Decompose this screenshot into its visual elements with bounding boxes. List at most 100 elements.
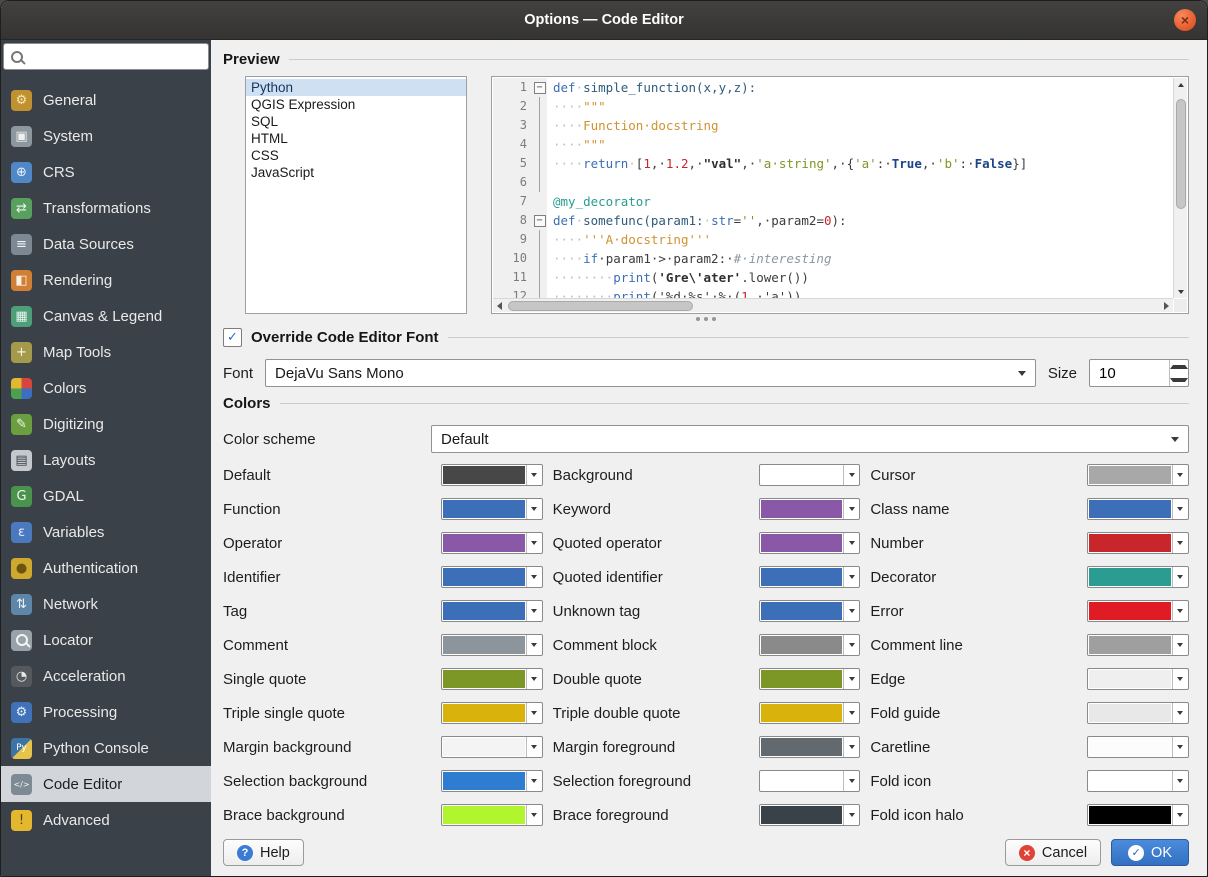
spin-up-button[interactable]	[1170, 360, 1188, 373]
language-item-css[interactable]: CSS	[246, 147, 466, 164]
chevron-down-icon[interactable]	[1172, 771, 1188, 791]
language-item-html[interactable]: HTML	[246, 130, 466, 147]
color-swatch-background[interactable]	[761, 466, 843, 484]
settings-search[interactable]	[3, 43, 209, 70]
chevron-down-icon[interactable]	[843, 771, 859, 791]
chevron-down-icon[interactable]	[526, 533, 542, 553]
chevron-down-icon[interactable]	[526, 771, 542, 791]
chevron-down-icon[interactable]	[526, 669, 542, 689]
sidebar-item-layouts[interactable]: ▤Layouts	[1, 442, 211, 478]
sidebar-item-digitizing[interactable]: ✎Digitizing	[1, 406, 211, 442]
color-swatch-keyword[interactable]	[761, 500, 843, 518]
color-picker-fold-icon-halo[interactable]	[1087, 804, 1189, 826]
chevron-down-icon[interactable]	[843, 737, 859, 757]
cancel-button[interactable]: × Cancel	[1005, 839, 1101, 866]
scroll-up-arrow[interactable]	[1174, 78, 1187, 91]
sidebar-item-python-console[interactable]: PyPython Console	[1, 730, 211, 766]
fold-marker-icon[interactable]: −	[532, 211, 547, 230]
color-picker-edge[interactable]	[1087, 668, 1189, 690]
scroll-down-arrow[interactable]	[1174, 285, 1187, 298]
vertical-scroll-track[interactable]	[1174, 91, 1187, 285]
color-swatch-comment-line[interactable]	[1089, 636, 1171, 654]
chevron-down-icon[interactable]	[1172, 499, 1188, 519]
search-input[interactable]	[30, 48, 201, 65]
sidebar-item-authentication[interactable]: ●Authentication	[1, 550, 211, 586]
chevron-down-icon[interactable]	[843, 465, 859, 485]
sidebar-item-variables[interactable]: εVariables	[1, 514, 211, 550]
color-picker-margin-background[interactable]	[441, 736, 543, 758]
color-swatch-function[interactable]	[443, 500, 525, 518]
language-item-qgis-expression[interactable]: QGIS Expression	[246, 96, 466, 113]
color-picker-selection-background[interactable]	[441, 770, 543, 792]
color-swatch-selection-background[interactable]	[443, 772, 525, 790]
language-item-python[interactable]: Python	[246, 79, 466, 96]
color-swatch-class-name[interactable]	[1089, 500, 1171, 518]
chevron-down-icon[interactable]	[526, 567, 542, 587]
color-picker-tag[interactable]	[441, 600, 543, 622]
color-picker-comment-block[interactable]	[759, 634, 861, 656]
color-picker-keyword[interactable]	[759, 498, 861, 520]
override-font-checkbox[interactable]: ✓	[223, 328, 242, 347]
chevron-down-icon[interactable]	[1172, 805, 1188, 825]
color-swatch-unknown-tag[interactable]	[761, 602, 843, 620]
language-item-sql[interactable]: SQL	[246, 113, 466, 130]
color-swatch-brace-foreground[interactable]	[761, 806, 843, 824]
color-picker-selection-foreground[interactable]	[759, 770, 861, 792]
chevron-down-icon[interactable]	[526, 737, 542, 757]
chevron-down-icon[interactable]	[843, 567, 859, 587]
chevron-down-icon[interactable]	[843, 499, 859, 519]
color-picker-margin-foreground[interactable]	[759, 736, 861, 758]
color-picker-caretline[interactable]	[1087, 736, 1189, 758]
chevron-down-icon[interactable]	[843, 669, 859, 689]
chevron-down-icon[interactable]	[526, 465, 542, 485]
ok-button[interactable]: ✓ OK	[1111, 839, 1189, 866]
color-swatch-comment-block[interactable]	[761, 636, 843, 654]
chevron-down-icon[interactable]	[843, 533, 859, 553]
color-swatch-operator[interactable]	[443, 534, 525, 552]
chevron-down-icon[interactable]	[1172, 703, 1188, 723]
color-swatch-single-quote[interactable]	[443, 670, 525, 688]
font-family-select[interactable]: DejaVu Sans Mono	[265, 359, 1036, 387]
vertical-scrollbar[interactable]	[1173, 78, 1187, 298]
color-swatch-tag[interactable]	[443, 602, 525, 620]
color-picker-quoted-operator[interactable]	[759, 532, 861, 554]
horizontal-scroll-thumb[interactable]	[508, 301, 693, 311]
color-picker-triple-double-quote[interactable]	[759, 702, 861, 724]
chevron-down-icon[interactable]	[526, 703, 542, 723]
color-picker-function[interactable]	[441, 498, 543, 520]
chevron-down-icon[interactable]	[1172, 533, 1188, 553]
color-swatch-error[interactable]	[1089, 602, 1171, 620]
spin-down-button[interactable]	[1170, 373, 1188, 386]
chevron-down-icon[interactable]	[1172, 567, 1188, 587]
sidebar-item-locator[interactable]: Locator	[1, 622, 211, 658]
color-swatch-margin-background[interactable]	[443, 738, 525, 756]
color-picker-number[interactable]	[1087, 532, 1189, 554]
sidebar-item-advanced[interactable]: !Advanced	[1, 802, 211, 838]
chevron-down-icon[interactable]	[1172, 465, 1188, 485]
fold-marker-icon[interactable]: −	[532, 78, 547, 97]
horizontal-scroll-track[interactable]	[506, 299, 1160, 312]
color-swatch-double-quote[interactable]	[761, 670, 843, 688]
color-swatch-fold-guide[interactable]	[1089, 704, 1171, 722]
color-picker-double-quote[interactable]	[759, 668, 861, 690]
vertical-scroll-thumb[interactable]	[1176, 99, 1186, 210]
color-picker-brace-foreground[interactable]	[759, 804, 861, 826]
color-swatch-identifier[interactable]	[443, 568, 525, 586]
color-picker-single-quote[interactable]	[441, 668, 543, 690]
help-button[interactable]: ? Help	[223, 839, 304, 866]
titlebar[interactable]: Options — Code Editor ×	[1, 1, 1207, 40]
chevron-down-icon[interactable]	[526, 601, 542, 621]
color-picker-quoted-identifier[interactable]	[759, 566, 861, 588]
color-swatch-fold-icon[interactable]	[1089, 772, 1171, 790]
color-swatch-quoted-operator[interactable]	[761, 534, 843, 552]
color-picker-fold-icon[interactable]	[1087, 770, 1189, 792]
color-swatch-triple-single-quote[interactable]	[443, 704, 525, 722]
horizontal-scrollbar[interactable]	[493, 298, 1173, 312]
sidebar-item-system[interactable]: ▣System	[1, 118, 211, 154]
chevron-down-icon[interactable]	[843, 635, 859, 655]
color-swatch-default[interactable]	[443, 466, 525, 484]
chevron-down-icon[interactable]	[1172, 601, 1188, 621]
color-picker-default[interactable]	[441, 464, 543, 486]
color-swatch-quoted-identifier[interactable]	[761, 568, 843, 586]
color-picker-operator[interactable]	[441, 532, 543, 554]
